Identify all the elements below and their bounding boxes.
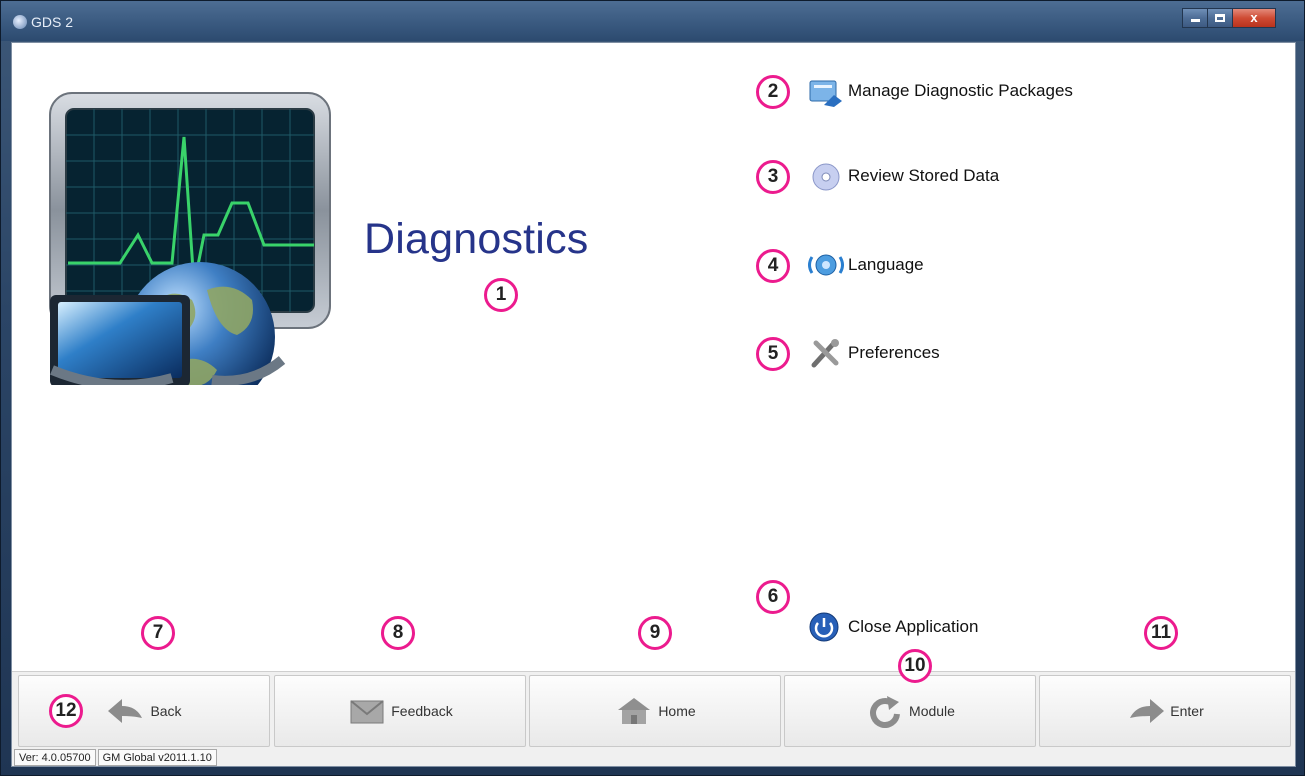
module-button[interactable]: Module [784,675,1036,747]
close-application-link[interactable]: Close Application [806,611,978,643]
back-label: Back [150,703,182,719]
forward-arrow-icon [1126,694,1166,728]
callout-badge-5: 5 [756,337,790,371]
title-bar[interactable]: GDS 2 x [1,1,1304,41]
house-icon [614,694,654,728]
callout-badge-4: 4 [756,249,790,283]
minimize-icon [1190,19,1200,22]
minimize-button[interactable] [1182,8,1208,28]
app-window: GDS 2 x Diagnostics 1 2 Manage Diagnosti… [0,0,1305,776]
callout-badge-10: 10 [898,649,932,683]
close-application-label: Close Application [848,617,979,636]
status-bar: Ver: 4.0.05700 GM Global v2011.1.10 [12,749,1295,766]
feedback-label: Feedback [391,703,453,719]
envelope-icon [347,694,387,728]
window-controls: x [1182,8,1276,30]
preferences-link[interactable]: Preferences [806,337,940,369]
callout-badge-6: 6 [756,580,790,614]
home-button[interactable]: Home [529,675,781,747]
enter-label: Enter [1170,703,1204,719]
close-window-button[interactable]: x [1232,8,1276,28]
global-version-label: GM Global v2011.1.10 [97,749,217,766]
version-label: Ver: 4.0.05700 [14,749,96,766]
callout-badge-3: 3 [756,160,790,194]
callout-badge-11: 11 [1144,616,1178,650]
bottom-toolbar: Back Feedback Home Module Enter [12,671,1295,749]
menu-item-label: Language [848,255,924,274]
menu-item-label: Manage Diagnostic Packages [848,81,1073,100]
refresh-icon [865,694,905,728]
manage-diagnostic-packages-link[interactable]: Manage Diagnostic Packages [806,75,1073,107]
app-icon [13,15,27,29]
power-icon [806,611,844,643]
language-globe-icon [806,249,844,281]
back-arrow-icon [106,694,146,728]
window-title: GDS 2 [31,14,74,30]
callout-badge-9: 9 [638,616,672,650]
disc-icon [806,160,844,192]
maximize-icon [1215,14,1225,22]
language-link[interactable]: Language [806,249,924,281]
callout-badge-2: 2 [756,75,790,109]
package-manager-icon [806,75,844,107]
callout-badge-7: 7 [141,616,175,650]
callout-badge-1: 1 [484,278,518,312]
menu-item-label: Review Stored Data [848,166,1000,185]
monitor-globe-illustration [49,92,331,385]
maximize-button[interactable] [1207,8,1233,28]
wrench-screwdriver-icon [806,337,844,369]
module-label: Module [909,703,955,719]
home-label: Home [658,703,696,719]
page-title: Diagnostics [364,215,589,263]
callout-badge-8: 8 [381,616,415,650]
menu-item-label: Preferences [848,343,940,362]
enter-button[interactable]: Enter [1039,675,1291,747]
callout-badge-12: 12 [49,694,83,728]
feedback-button[interactable]: Feedback [274,675,526,747]
client-area: Diagnostics 1 2 Manage Diagnostic Packag… [11,42,1296,767]
review-stored-data-link[interactable]: Review Stored Data [806,160,999,192]
